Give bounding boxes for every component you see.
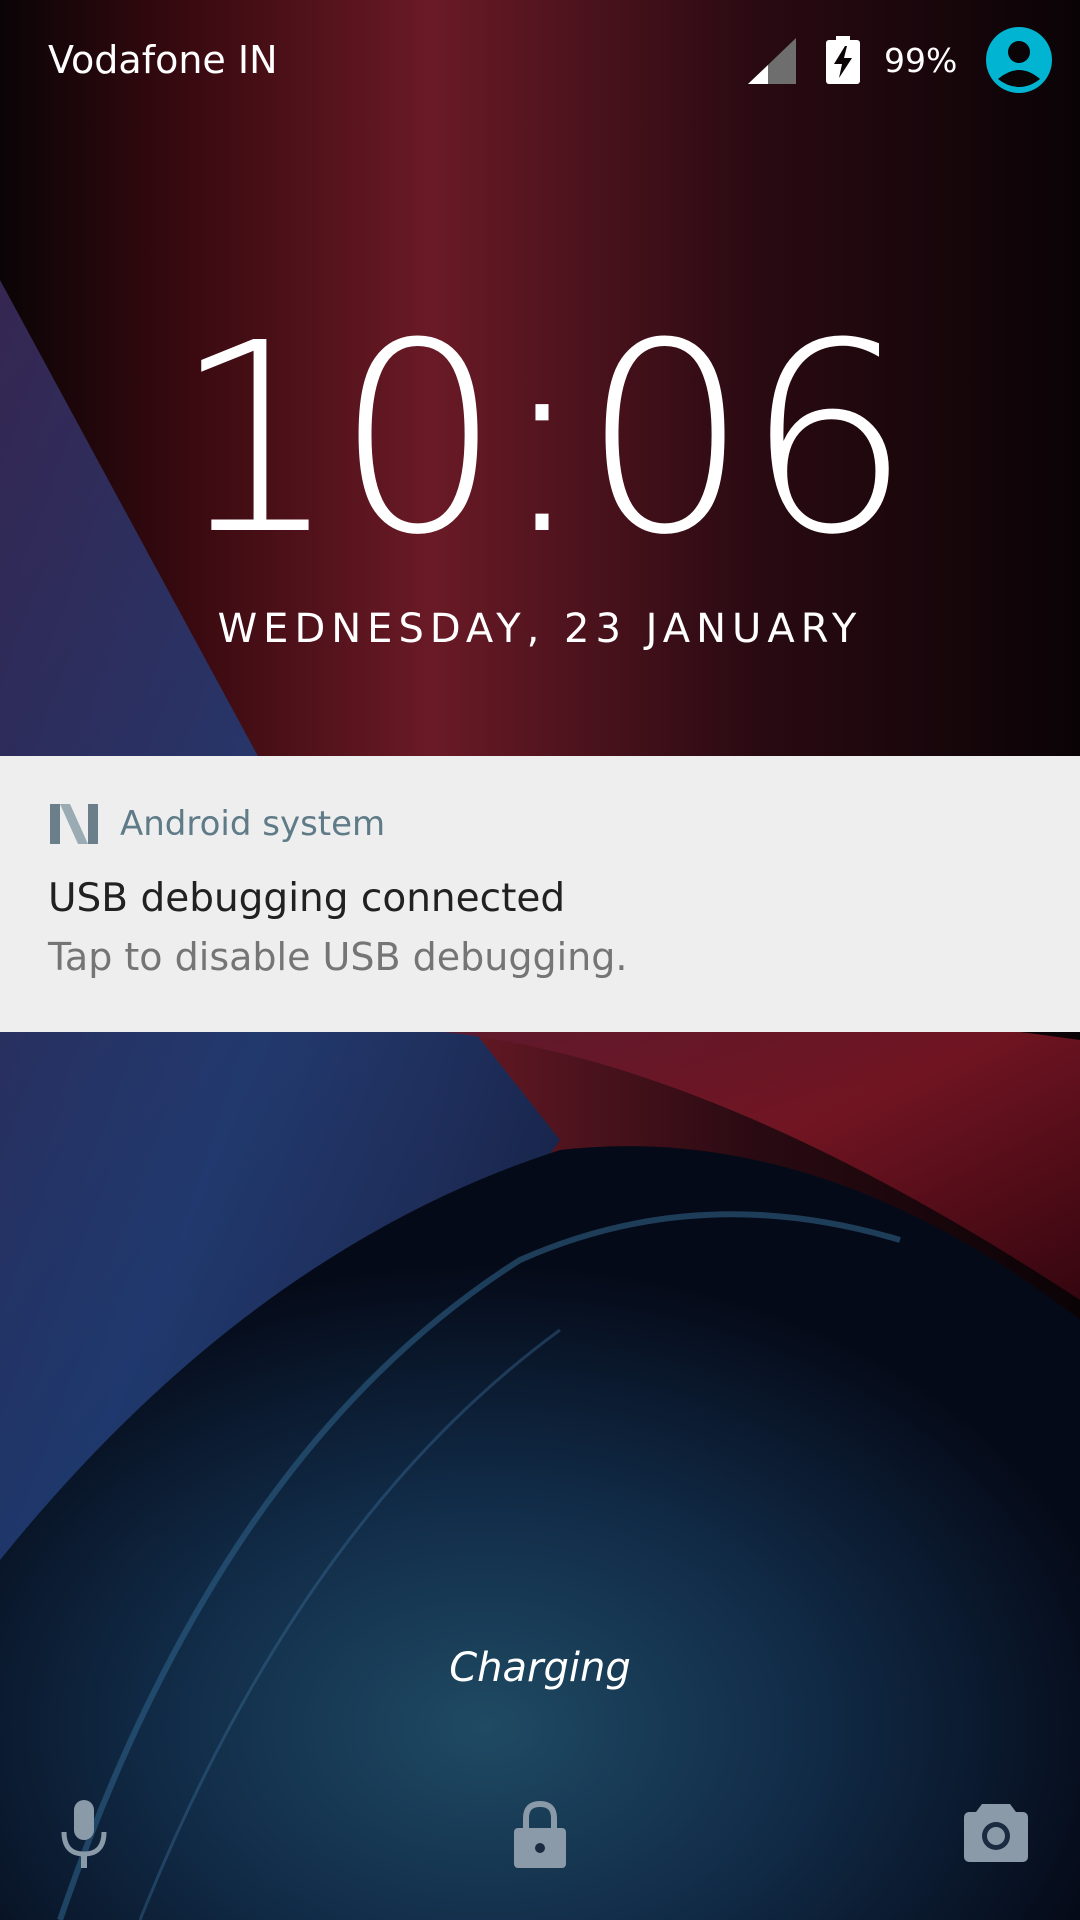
status-bar: Vodafone IN 99% — [0, 0, 1080, 122]
charging-status: Charging — [449, 1645, 631, 1691]
microphone-icon[interactable] — [60, 1800, 108, 1870]
usb-debugging-notification[interactable]: Android system USB debugging connected T… — [0, 756, 1080, 1032]
notification-app-name: Android system — [120, 804, 386, 844]
camera-icon[interactable] — [964, 1804, 1028, 1862]
android-n-icon — [50, 804, 98, 844]
battery-charging-icon — [826, 36, 860, 84]
lock-icon[interactable] — [514, 1800, 566, 1868]
carrier-label: Vodafone IN — [48, 38, 278, 82]
lock-screen: Vodafone IN 99% 10:06 WEDNESDAY, 23 JANU… — [0, 0, 1080, 1920]
lockscreen-clock: 10:06 — [172, 287, 911, 592]
lockscreen-date: WEDNESDAY, 23 JANUARY — [217, 606, 863, 652]
user-avatar-icon[interactable] — [986, 27, 1052, 93]
notification-title: USB debugging connected — [48, 876, 566, 921]
signal-icon — [748, 38, 796, 84]
notification-text: Tap to disable USB debugging. — [48, 935, 628, 979]
battery-percentage: 99% — [884, 41, 958, 80]
